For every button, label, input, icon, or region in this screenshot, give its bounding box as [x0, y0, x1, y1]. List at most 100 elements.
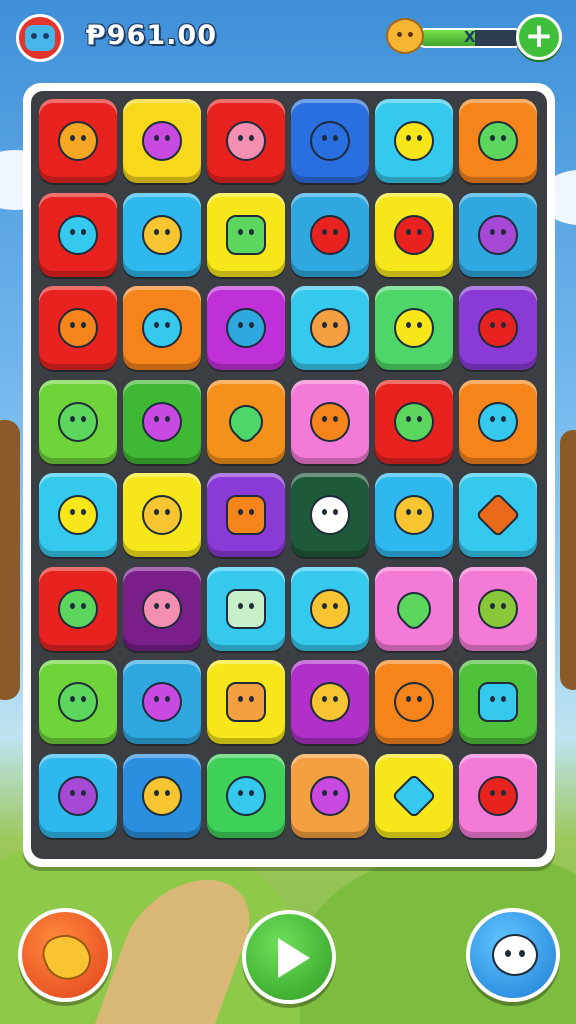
game-tile[interactable]	[375, 753, 453, 838]
game-tile[interactable]	[39, 753, 117, 838]
game-tile[interactable]	[375, 99, 453, 183]
tile-creature-icon	[389, 584, 439, 633]
monster-avatar-icon[interactable]	[16, 14, 64, 62]
game-tile[interactable]	[39, 379, 117, 464]
game-tile[interactable]	[375, 379, 453, 464]
game-tile[interactable]	[123, 286, 201, 370]
tile-creature-icon	[478, 308, 518, 348]
tile-creature-icon	[310, 308, 350, 348]
game-tile[interactable]	[207, 192, 285, 277]
game-tile[interactable]	[207, 286, 285, 370]
energy-label: X	[464, 28, 476, 46]
game-tile[interactable]	[207, 379, 285, 464]
game-tile[interactable]	[459, 192, 537, 277]
tile-creature-icon	[226, 775, 266, 816]
game-tile[interactable]	[39, 192, 117, 277]
game-tile[interactable]	[207, 566, 285, 651]
tile-creature-icon	[394, 308, 434, 348]
tile-creature-icon	[226, 682, 266, 722]
game-tile[interactable]	[375, 660, 453, 744]
tile-creature-icon	[142, 775, 182, 816]
game-tile[interactable]	[459, 566, 537, 651]
tile-creature-icon	[226, 588, 266, 629]
game-tile[interactable]	[291, 473, 369, 557]
tile-creature-icon	[142, 682, 182, 722]
game-tile[interactable]	[459, 660, 537, 744]
add-energy-button[interactable]: +	[516, 14, 562, 60]
game-tile[interactable]	[291, 566, 369, 651]
game-tile[interactable]	[207, 473, 285, 557]
tile-creature-icon	[394, 682, 434, 722]
tile-creature-icon	[478, 214, 518, 255]
tile-creature-icon	[310, 682, 350, 722]
game-tile[interactable]	[39, 660, 117, 744]
game-tile[interactable]	[123, 192, 201, 277]
game-board	[23, 83, 555, 867]
game-tile[interactable]	[39, 473, 117, 557]
tile-creature-icon	[310, 495, 350, 535]
gem-boost-icon	[37, 927, 97, 987]
game-tile[interactable]	[459, 753, 537, 838]
game-tile[interactable]	[207, 660, 285, 744]
board-grid-frame	[31, 91, 547, 859]
pet-button[interactable]	[466, 908, 560, 1002]
creature-energy-icon	[386, 18, 424, 54]
top-bar: Ᵽ961.00 X +	[0, 0, 576, 80]
game-tile[interactable]	[39, 566, 117, 651]
game-tile[interactable]	[207, 753, 285, 838]
boost-button[interactable]	[18, 908, 112, 1002]
game-tile[interactable]	[123, 753, 201, 838]
tile-creature-icon	[310, 214, 350, 255]
game-tile[interactable]	[375, 473, 453, 557]
tile-creature-icon	[310, 588, 350, 629]
game-tile[interactable]	[375, 192, 453, 277]
tile-creature-icon	[58, 121, 98, 161]
game-tile[interactable]	[375, 286, 453, 370]
tile-creature-icon	[478, 775, 518, 816]
tile-creature-icon	[226, 308, 266, 348]
tile-grid	[39, 99, 539, 851]
tree-trunk	[0, 420, 20, 700]
game-tile[interactable]	[39, 99, 117, 183]
tile-creature-icon	[478, 121, 518, 161]
game-screen: Ᵽ961.00 X +	[0, 0, 576, 1024]
tile-creature-icon	[394, 121, 434, 161]
tile-creature-icon	[142, 588, 182, 629]
tile-creature-icon	[58, 401, 98, 442]
play-icon	[278, 938, 310, 978]
game-tile[interactable]	[291, 286, 369, 370]
game-tile[interactable]	[291, 660, 369, 744]
tile-creature-icon	[142, 121, 182, 161]
tile-creature-icon	[58, 495, 98, 535]
tile-creature-icon	[310, 401, 350, 442]
game-tile[interactable]	[291, 192, 369, 277]
tile-creature-icon	[142, 401, 182, 442]
game-tile[interactable]	[459, 473, 537, 557]
game-tile[interactable]	[459, 379, 537, 464]
avatar-face	[25, 25, 55, 51]
tile-creature-icon	[478, 588, 518, 629]
game-tile[interactable]	[123, 566, 201, 651]
game-tile[interactable]	[123, 99, 201, 183]
tile-creature-icon	[58, 308, 98, 348]
tile-creature-icon	[310, 121, 350, 161]
game-tile[interactable]	[375, 566, 453, 651]
game-tile[interactable]	[291, 99, 369, 183]
tile-creature-icon	[478, 401, 518, 442]
tile-creature-icon	[58, 588, 98, 629]
play-button[interactable]	[242, 910, 336, 1004]
game-tile[interactable]	[123, 473, 201, 557]
tile-creature-icon	[475, 492, 521, 538]
game-tile[interactable]	[459, 286, 537, 370]
tile-creature-icon	[478, 682, 518, 722]
game-tile[interactable]	[291, 379, 369, 464]
game-tile[interactable]	[207, 99, 285, 183]
game-tile[interactable]	[123, 379, 201, 464]
game-tile[interactable]	[291, 753, 369, 838]
game-tile[interactable]	[39, 286, 117, 370]
tile-creature-icon	[142, 214, 182, 255]
pet-face-icon	[492, 934, 538, 976]
game-tile[interactable]	[459, 99, 537, 183]
game-tile[interactable]	[123, 660, 201, 744]
tile-creature-icon	[221, 397, 271, 446]
